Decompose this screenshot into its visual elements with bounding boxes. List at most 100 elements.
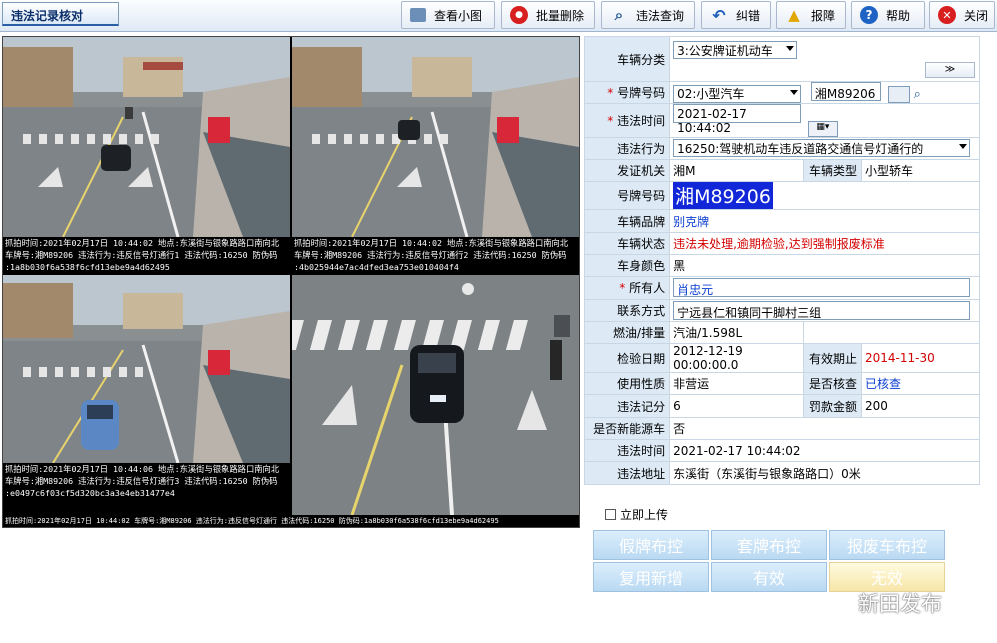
fake-plate-control-button[interactable]: 假牌布控 xyxy=(593,530,709,560)
owner-input[interactable]: 肖忠元 xyxy=(673,278,971,298)
chevron-down-icon xyxy=(786,46,795,51)
stop-icon: ● xyxy=(510,6,528,24)
vehicle-type-value: 小型轿车 xyxy=(861,159,980,183)
violation-time-value-2: 2021-02-17 10:44:02 xyxy=(669,439,980,463)
double-chevron-down-icon: ≫ xyxy=(944,64,956,75)
correct-error-label: 纠错 xyxy=(736,8,761,23)
capture-photo-1[interactable] xyxy=(3,37,290,237)
evidence-image-panel[interactable]: 抓拍时间:2021年02月17日 10:44:02 地点:东溪街与银象路路口南向… xyxy=(2,36,580,528)
undo-icon: ↶ xyxy=(712,5,726,25)
verified-label: 是否核查 xyxy=(803,372,863,396)
fine-value: 200 xyxy=(861,394,980,418)
contact-label: 联系方式 xyxy=(583,298,671,322)
usage-label: 使用性质 xyxy=(583,372,671,396)
owner-label: 所有人 xyxy=(629,281,666,296)
vehicle-category-select[interactable]: 3:公安牌证机动车 xyxy=(673,41,798,59)
close-button[interactable]: ✕ 关闭 xyxy=(929,1,995,29)
upload-now-label: 立即上传 xyxy=(620,508,669,522)
valid-button[interactable]: 有效 xyxy=(711,562,827,592)
chevron-down-icon xyxy=(790,89,799,95)
top-toolbar: 违法记录核对 查看小图 ● 批量删除 ⌕ 违法查询 ↶ 纠错 ▲ 报障 ? 帮助… xyxy=(0,0,997,32)
capture-caption-2: 抓拍时间:2021年02月17日 10:44:02 地点:东溪街与银象路路口南向… xyxy=(292,237,579,273)
points-label: 违法记分 xyxy=(583,394,671,418)
vehicle-type-label: 车辆类型 xyxy=(803,159,863,183)
search-icon[interactable]: ⌕ xyxy=(914,87,921,102)
help-icon: ? xyxy=(860,6,878,24)
violation-time-label: 违法时间 xyxy=(617,114,666,129)
street-scene-1 xyxy=(3,37,290,237)
chevron-down-icon xyxy=(959,144,968,150)
violation-time-label-2: 违法时间 xyxy=(583,439,671,463)
body-color-label: 车身颜色 xyxy=(583,253,671,278)
watermark: 新田发布 xyxy=(824,588,942,618)
image-icon xyxy=(410,8,426,22)
brand-label: 车辆品牌 xyxy=(583,209,671,233)
new-energy-label: 是否新能源车 xyxy=(583,416,671,441)
capture-photo-2[interactable] xyxy=(292,37,579,237)
composite-caption-strip: 抓拍时间:2021年02月17日 10:44:02 车牌号:湘M89206 违法… xyxy=(3,515,579,527)
view-thumbnail-button[interactable]: 查看小图 xyxy=(401,1,495,29)
batch-delete-label: 批量删除 xyxy=(536,8,585,23)
plate-label: 号牌号码 xyxy=(617,86,666,101)
violation-info-table: 车辆分类 3:公安牌证机动车 ≫ * 号牌号码 02:小型汽车 湘M89206 … xyxy=(583,36,980,485)
brand-value: 别克牌 xyxy=(669,209,980,233)
upload-now-checkbox[interactable]: 立即上传 xyxy=(605,506,668,523)
verified-value: 已核查 xyxy=(861,372,980,396)
violation-time-input[interactable]: 2021-02-17 10:44:02 xyxy=(673,104,802,135)
violation-address-value: 东溪街（东溪街与银象路路口）0米 xyxy=(669,461,980,485)
capture-photo-closeup[interactable] xyxy=(292,275,579,515)
body-color-value: 黑 xyxy=(669,253,980,278)
violation-search-label: 违法查询 xyxy=(636,8,685,23)
watermark-text: 新田发布 xyxy=(858,592,942,616)
fine-label: 罚款金额 xyxy=(803,394,863,418)
reuse-add-button[interactable]: 复用新增 xyxy=(593,562,709,592)
violation-address-label: 违法地址 xyxy=(583,461,671,485)
calendar-icon[interactable]: ▦▾ xyxy=(807,120,838,137)
expand-button[interactable]: ≫ xyxy=(925,62,975,78)
violation-behavior-label: 违法行为 xyxy=(583,136,671,161)
help-label: 帮助 xyxy=(886,8,911,23)
close-label: 关闭 xyxy=(964,8,989,23)
street-closeup xyxy=(292,275,579,515)
plate-label-2: 号牌号码 xyxy=(583,181,671,211)
usage-value: 非营运 xyxy=(669,372,805,396)
vehicle-category-label: 车辆分类 xyxy=(583,36,671,82)
capture-caption-1: 抓拍时间:2021年02月17日 10:44:02 地点:东溪街与银象路路口南向… xyxy=(3,237,290,273)
correct-error-button[interactable]: ↶ 纠错 xyxy=(701,1,771,29)
batch-delete-button[interactable]: ● 批量删除 xyxy=(501,1,595,29)
capture-caption-3: 抓拍时间:2021年02月17日 10:44:06 地点:东溪街与银象路路口南向… xyxy=(3,463,290,515)
report-fault-label: 报障 xyxy=(811,8,836,23)
street-scene-2 xyxy=(292,37,579,237)
issuing-authority-value: 湘M xyxy=(669,159,805,183)
view-thumbnail-label: 查看小图 xyxy=(434,8,483,23)
new-energy-value: 否 xyxy=(669,416,980,441)
violation-behavior-select[interactable]: 16250:驾驶机动车违反道路交通信号灯通行的 xyxy=(673,139,971,158)
report-fault-button[interactable]: ▲ 报障 xyxy=(776,1,846,29)
valid-until-label: 有效期止 xyxy=(803,343,863,374)
window-title-tab[interactable]: 违法记录核对 xyxy=(2,2,119,26)
plate-picker-icon[interactable] xyxy=(887,86,910,104)
issuing-authority-label: 发证机关 xyxy=(583,159,671,183)
capture-photo-3[interactable] xyxy=(3,275,290,463)
close-icon: ✕ xyxy=(938,6,956,24)
required-mark: * xyxy=(607,86,618,101)
points-value: 6 xyxy=(669,394,805,418)
valid-until-value: 2014-11-30 xyxy=(861,343,980,374)
street-scene-3 xyxy=(3,275,290,463)
vehicle-status-value: 违法未处理,逾期检验,达到强制报废标准 xyxy=(669,231,980,255)
fuel-value: 汽油/1.598L xyxy=(669,320,805,345)
checkbox-box[interactable] xyxy=(605,509,616,520)
inspection-date-value: 2012-12-19 00:00:00.0 xyxy=(669,343,805,374)
plate-number-highlight: 湘M89206 xyxy=(673,182,773,210)
warning-icon: ▲ xyxy=(788,6,800,24)
plate-number-input[interactable]: 湘M89206 xyxy=(810,82,881,102)
search-icon: ⌕ xyxy=(614,6,624,24)
wechat-logo-icon xyxy=(824,592,852,614)
violation-search-button[interactable]: ⌕ 违法查询 xyxy=(601,1,695,29)
cloned-plate-control-button[interactable]: 套牌布控 xyxy=(711,530,827,560)
scrapped-vehicle-control-button[interactable]: 报废车布控 xyxy=(829,530,945,560)
contact-input[interactable]: 宁远县仁和镇同干脚村三组 xyxy=(673,300,971,320)
fuel-label: 燃油/排量 xyxy=(583,320,671,345)
plate-type-select[interactable]: 02:小型汽车 xyxy=(673,84,802,103)
help-button[interactable]: ? 帮助 xyxy=(851,1,925,29)
